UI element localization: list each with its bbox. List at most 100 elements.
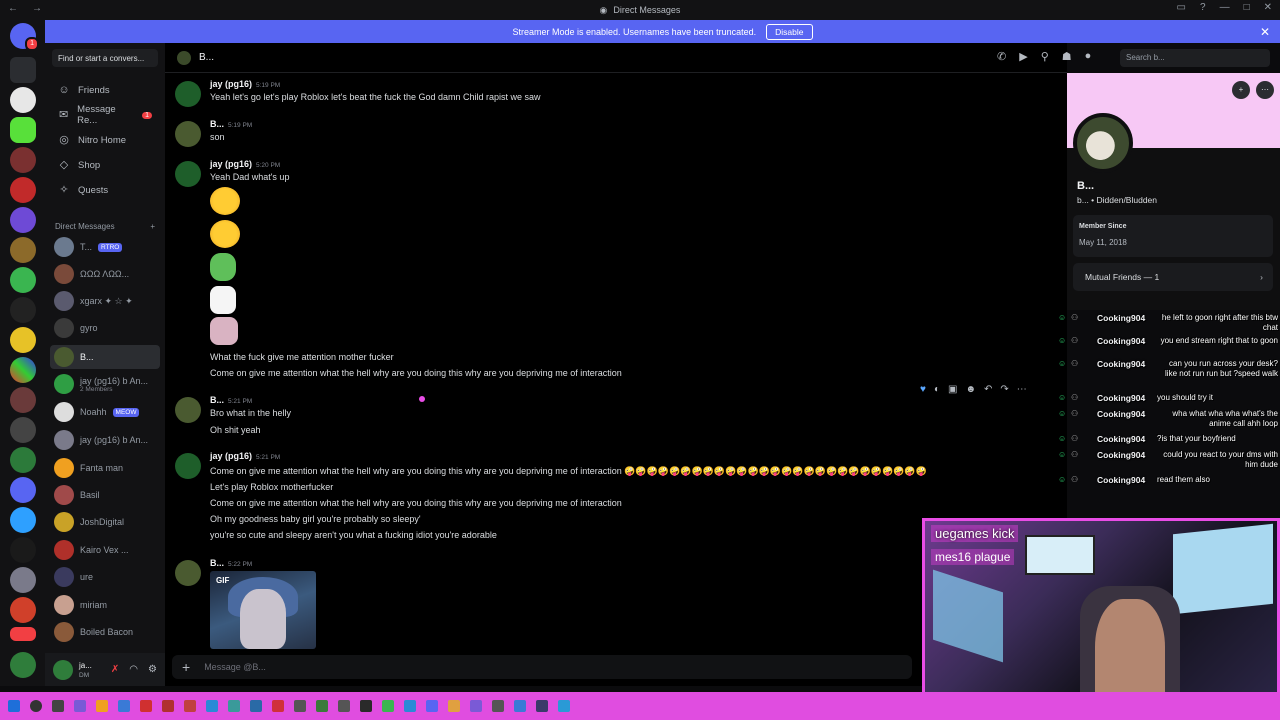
dm-item[interactable]: miriam — [50, 593, 160, 617]
chat-search-input[interactable]: Search b... — [1120, 49, 1270, 67]
author-name[interactable]: B... — [210, 119, 224, 129]
avatar[interactable] — [175, 453, 201, 479]
server-icon[interactable] — [10, 597, 36, 623]
taskbar-app-icon[interactable] — [404, 700, 416, 712]
server-icon[interactable] — [10, 477, 36, 503]
reaction-icon[interactable]: ◐ — [934, 384, 940, 395]
sticker-icon[interactable]: ▣ — [948, 384, 957, 395]
user-profile-icon[interactable]: ● — [1085, 50, 1092, 63]
taskbar-app-icon[interactable] — [316, 700, 328, 712]
author-name[interactable]: jay (pg16) — [210, 159, 252, 169]
search-icon[interactable] — [30, 700, 42, 712]
mutual-friends-row[interactable]: Mutual Friends — 1 › — [1073, 263, 1273, 291]
heart-reaction-icon[interactable]: ♥ — [920, 384, 926, 395]
taskbar-app-icon[interactable] — [294, 700, 306, 712]
server-icon[interactable] — [10, 147, 36, 173]
nav-nitro-home[interactable]: ◎ Nitro Home — [50, 129, 160, 151]
gif-attachment[interactable]: GIF — [210, 571, 316, 649]
taskbar-app-icon[interactable] — [514, 700, 526, 712]
server-icon[interactable] — [10, 57, 36, 83]
settings-gear-icon[interactable]: ⚙ — [148, 664, 157, 675]
dm-item[interactable]: JoshDigital — [50, 510, 160, 534]
dm-item-active[interactable]: B... — [50, 345, 160, 369]
server-icon[interactable] — [10, 117, 36, 143]
server-icon[interactable] — [10, 297, 36, 323]
mic-muted-icon[interactable]: ✗ — [111, 664, 119, 675]
user-avatar[interactable] — [53, 659, 73, 680]
minimize-icon[interactable]: — — [1220, 2, 1230, 13]
taskbar-app-icon[interactable] — [250, 700, 262, 712]
more-options-icon[interactable]: ⋯ — [1017, 384, 1027, 395]
dm-item[interactable]: jay (pg16) b An... 2 Members — [50, 372, 160, 396]
avatar[interactable] — [175, 81, 201, 107]
server-icon[interactable] — [10, 327, 36, 353]
taskbar-app-icon[interactable] — [118, 700, 130, 712]
server-icon[interactable] — [10, 207, 36, 233]
find-conversation-button[interactable]: Find or start a convers... — [52, 49, 158, 67]
dm-item[interactable]: ure — [50, 565, 160, 589]
server-icon[interactable] — [10, 267, 36, 293]
server-icon[interactable] — [10, 507, 36, 533]
add-friends-to-dm-icon[interactable]: ☗ — [1062, 50, 1072, 63]
author-name[interactable]: B... — [210, 395, 224, 405]
disable-streamer-mode-button[interactable]: Disable — [766, 23, 813, 40]
dm-item[interactable]: Boiled Bacon — [50, 620, 160, 644]
attach-plus-icon[interactable]: + — [182, 659, 190, 675]
server-icon[interactable] — [10, 447, 36, 473]
avatar[interactable] — [175, 560, 201, 586]
taskbar-app-icon[interactable] — [558, 700, 570, 712]
pinned-messages-icon[interactable]: ⚲ — [1041, 50, 1049, 63]
profile-avatar[interactable] — [1073, 113, 1133, 173]
nav-message-requests[interactable]: ✉ Message Re... 1 — [50, 104, 160, 126]
discord-taskbar-icon[interactable] — [426, 700, 438, 712]
voice-call-icon[interactable]: ✆ — [997, 50, 1006, 63]
forward-arrow-icon[interactable]: → — [32, 3, 42, 14]
dm-item[interactable]: xgarx ✦ ☆ ✦ — [50, 289, 160, 313]
nav-friends[interactable]: ☺ Friends — [50, 79, 160, 101]
server-icon[interactable] — [10, 537, 36, 563]
dm-item[interactable]: Noahh MEOW — [50, 400, 160, 424]
server-icon[interactable] — [10, 357, 36, 383]
new-server-badge[interactable] — [10, 627, 36, 641]
file-explorer-icon[interactable] — [96, 700, 108, 712]
taskbar-app-icon[interactable] — [140, 700, 152, 712]
nav-quests[interactable]: ✧ Quests — [50, 179, 160, 201]
dm-item[interactable]: Kairo Vex ... — [50, 538, 160, 562]
video-call-icon[interactable]: ▶ — [1019, 50, 1027, 63]
taskbar-app-icon[interactable] — [272, 700, 284, 712]
taskbar-app-icon[interactable] — [492, 700, 504, 712]
dm-item[interactable]: ΩΩΩ ΛΩΩ... — [50, 262, 160, 286]
taskbar-app-icon[interactable] — [184, 700, 196, 712]
author-name[interactable]: jay (pg16) — [210, 79, 252, 89]
server-icon[interactable] — [10, 417, 36, 443]
more-icon[interactable]: ⋯ — [1256, 81, 1274, 99]
taskbar-app-icon[interactable] — [162, 700, 174, 712]
dm-item[interactable]: Fanta man — [50, 456, 160, 480]
avatar[interactable] — [175, 161, 201, 187]
message-composer[interactable]: + Message @B... — [172, 655, 912, 679]
create-dm-icon[interactable]: + — [150, 222, 155, 231]
server-icon[interactable] — [10, 177, 36, 203]
headphones-icon[interactable]: ◠ — [129, 664, 138, 675]
author-name[interactable]: B... — [210, 558, 224, 568]
back-arrow-icon[interactable]: ← — [8, 3, 18, 14]
taskbar-app-icon[interactable] — [470, 700, 482, 712]
reply-icon[interactable]: ↶ — [984, 384, 992, 395]
windows-start-icon[interactable] — [8, 700, 20, 712]
dm-item[interactable]: T... RTRO — [50, 235, 160, 259]
taskbar-app-icon[interactable] — [536, 700, 548, 712]
add-reaction-icon[interactable]: ☻ — [965, 384, 976, 395]
help-icon[interactable]: ? — [1200, 2, 1206, 13]
avatar[interactable] — [175, 121, 201, 147]
close-window-icon[interactable]: ✕ — [1264, 2, 1272, 13]
nav-shop[interactable]: ◇ Shop — [50, 154, 160, 176]
server-icon[interactable] — [10, 387, 36, 413]
task-view-icon[interactable] — [52, 700, 64, 712]
taskbar-app-icon[interactable] — [228, 700, 240, 712]
author-name[interactable]: jay (pg16) — [210, 451, 252, 461]
add-friend-icon[interactable]: + — [1232, 81, 1250, 99]
server-icon[interactable] — [10, 237, 36, 263]
server-icon[interactable] — [10, 87, 36, 113]
add-server-icon[interactable] — [10, 652, 36, 678]
dm-item[interactable]: gyro — [50, 316, 160, 340]
